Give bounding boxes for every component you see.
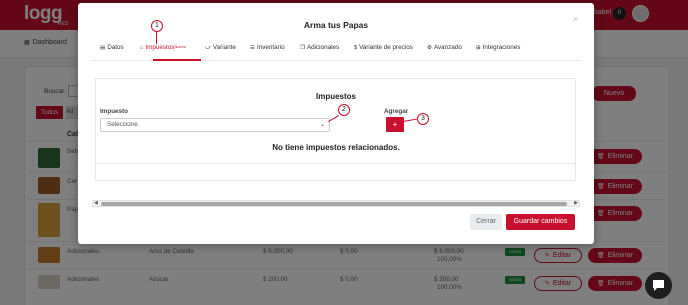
scroll-right-icon[interactable]: ▶	[574, 200, 578, 206]
tab-label: Variante	[212, 44, 236, 51]
grid-icon: ⊞	[476, 45, 481, 51]
tax-select-value: Seleccione	[107, 121, 138, 128]
chevron-down-icon: ⌄	[319, 122, 325, 128]
document-icon: ▤	[100, 45, 106, 51]
add-tax-button[interactable]: +	[386, 117, 404, 132]
tab-datos[interactable]: ▤ Datos	[100, 44, 124, 51]
variant-icon: ⤻	[205, 45, 211, 51]
tab-label: Inventario	[256, 44, 285, 51]
scroll-left-icon[interactable]: ◀	[94, 200, 98, 206]
tab-inventario[interactable]: ☰ Inventario	[250, 44, 285, 51]
tax-field-label: Impuesto	[100, 108, 128, 115]
tab-variante-precios[interactable]: $ Variante de precios	[354, 44, 413, 51]
list-icon: ☰	[250, 45, 255, 51]
empty-state-message: No tiene impuestos relacionados.	[272, 143, 400, 152]
add-field-label: Agregar	[384, 108, 409, 115]
close-icon[interactable]: ×	[573, 14, 578, 24]
save-button[interactable]: Guardar cambios	[506, 214, 575, 230]
panel-title: Impuestos	[315, 92, 356, 101]
tab-label: Variante de precios	[359, 44, 413, 51]
copy-icon: ❐	[300, 45, 305, 51]
divider	[95, 163, 576, 164]
modal-tabs: ▤ Datos ⌂ ImpuestosNuevo ⤻ Variante ☰ Invent…	[92, 37, 580, 61]
chat-button[interactable]	[645, 272, 672, 299]
horizontal-scrollbar[interactable]: ◀ ▶	[92, 200, 580, 207]
tax-select[interactable]: Seleccione ⌄	[100, 118, 330, 132]
callout-marker: 3	[417, 113, 429, 125]
tab-label: Integraciones	[482, 44, 521, 51]
tab-integraciones[interactable]: ⊞ Integraciones	[476, 44, 520, 51]
new-badge: Nuevo	[174, 44, 186, 49]
callout-pointer	[156, 32, 157, 44]
tab-label: Adicionales	[306, 44, 340, 51]
tab-avanzado[interactable]: ⚙ Avanzado	[427, 44, 462, 51]
tab-variante[interactable]: ⤻ Variante	[205, 44, 236, 52]
bank-icon: ⌂	[140, 45, 144, 51]
tab-impuestos[interactable]: ⌂ ImpuestosNuevo	[140, 44, 186, 51]
callout-marker: 1	[151, 20, 163, 32]
gear-icon: ⚙	[427, 45, 432, 51]
close-button[interactable]: Cerrar	[470, 214, 502, 230]
dollar-icon: $	[354, 45, 358, 51]
chat-icon	[653, 280, 664, 291]
tab-label: Datos	[107, 44, 124, 51]
tab-label: Impuestos	[145, 44, 175, 51]
tab-label: Avanzado	[433, 44, 462, 51]
tab-adicionales[interactable]: ❐ Adicionales	[300, 44, 339, 51]
callout-marker: 2	[338, 104, 350, 116]
active-tab-indicator	[153, 59, 201, 61]
scrollbar-thumb[interactable]	[101, 202, 567, 206]
